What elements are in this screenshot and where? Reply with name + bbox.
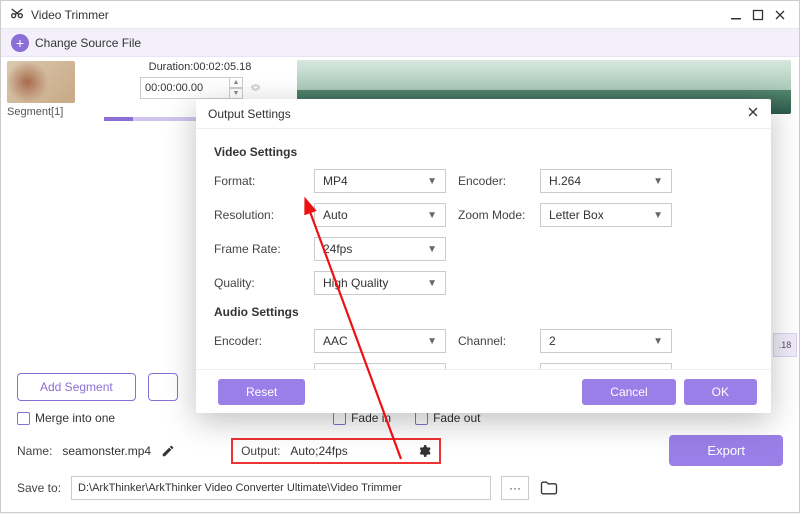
app-title: Video Trimmer — [31, 8, 109, 22]
segment-column: Segment[1] — [1, 57, 103, 117]
output-summary-box: Output: Auto;24fps — [231, 438, 441, 464]
zoom-mode-select[interactable]: Letter Box▼ — [540, 203, 672, 227]
ok-button[interactable]: OK — [684, 379, 757, 405]
caret-down-icon: ▼ — [427, 336, 437, 347]
name-value: seamonster.mp4 — [62, 444, 151, 458]
encoder-label: Encoder: — [458, 174, 540, 188]
caret-down-icon: ▼ — [427, 176, 437, 187]
audio-settings-heading: Audio Settings — [214, 305, 753, 319]
output-value: Auto;24fps — [290, 444, 347, 458]
output-label: Output: — [241, 444, 280, 458]
caret-down-icon: ▼ — [427, 244, 437, 255]
audio-encoder-label: Encoder: — [214, 334, 314, 348]
save-to-label: Save to: — [17, 481, 61, 495]
caret-down-icon: ▼ — [427, 210, 437, 221]
fade-out-label: Fade out — [433, 411, 480, 425]
maximize-button[interactable] — [747, 4, 769, 26]
quality-select[interactable]: High Quality▼ — [314, 271, 446, 295]
audio-encoder-select[interactable]: AAC▼ — [314, 329, 446, 353]
titlebar: Video Trimmer — [1, 1, 799, 29]
merge-checkbox[interactable]: Merge into one — [17, 411, 115, 425]
fade-out-checkbox[interactable]: Fade out — [415, 411, 480, 425]
end-time-badge: .18 — [773, 333, 797, 357]
channel-label: Channel: — [458, 334, 540, 348]
output-settings-dialog: Output Settings Video Settings Format: M… — [196, 99, 771, 413]
close-button[interactable] — [769, 4, 791, 26]
resolution-label: Resolution: — [214, 208, 314, 222]
segment-thumbnail[interactable] — [7, 61, 75, 103]
export-button[interactable]: Export — [669, 435, 783, 466]
fade-in-checkbox[interactable]: Fade in — [333, 411, 391, 425]
caret-down-icon: ▼ — [653, 336, 663, 347]
caret-down-icon: ▼ — [653, 176, 663, 187]
time-step-up[interactable]: ▲ — [229, 77, 243, 88]
time-step-down[interactable]: ▼ — [229, 88, 243, 99]
add-source-icon[interactable]: + — [11, 34, 29, 52]
caret-down-icon: ▼ — [653, 210, 663, 221]
merge-label: Merge into one — [35, 411, 115, 425]
add-segment-button[interactable]: Add Segment — [17, 373, 136, 401]
format-select[interactable]: MP4▼ — [314, 169, 446, 193]
source-bar: + Change Source File — [1, 29, 799, 57]
output-settings-icon[interactable] — [417, 444, 431, 458]
reset-button[interactable]: Reset — [218, 379, 305, 405]
fade-in-label: Fade in — [351, 411, 391, 425]
cancel-button[interactable]: Cancel — [582, 379, 675, 405]
duration-label: Duration:00:02:05.18 — [149, 61, 252, 73]
framerate-select[interactable]: 24fps▼ — [314, 237, 446, 261]
quality-label: Quality: — [214, 276, 314, 290]
app-logo-icon — [9, 7, 25, 23]
browse-path-button[interactable]: ··· — [501, 476, 529, 500]
save-path-field[interactable]: D:\ArkThinker\ArkThinker Video Converter… — [71, 476, 491, 500]
dialog-title: Output Settings — [208, 107, 291, 121]
zoom-label: Zoom Mode: — [458, 208, 540, 222]
change-source-link[interactable]: Change Source File — [35, 36, 141, 50]
video-settings-heading: Video Settings — [214, 145, 753, 159]
framerate-label: Frame Rate: — [214, 242, 314, 256]
segment-label: Segment[1] — [7, 106, 97, 118]
format-label: Format: — [214, 174, 314, 188]
open-folder-icon[interactable] — [539, 478, 559, 498]
start-time-input[interactable]: 00:00:00.00 — [140, 77, 230, 99]
app-window: Video Trimmer + Change Source File Segme… — [0, 0, 800, 513]
dialog-close-button[interactable] — [747, 106, 759, 121]
resolution-select[interactable]: Auto▼ — [314, 203, 446, 227]
video-encoder-select[interactable]: H.264▼ — [540, 169, 672, 193]
channel-select[interactable]: 2▼ — [540, 329, 672, 353]
name-label: Name: — [17, 444, 52, 458]
minimize-button[interactable] — [725, 4, 747, 26]
dialog-titlebar: Output Settings — [196, 99, 771, 129]
caret-down-icon: ▼ — [427, 278, 437, 289]
extra-segment-button[interactable] — [148, 373, 178, 401]
collapse-arrows-icon[interactable]: ︽︾ — [251, 80, 260, 96]
edit-name-icon[interactable] — [161, 444, 175, 458]
